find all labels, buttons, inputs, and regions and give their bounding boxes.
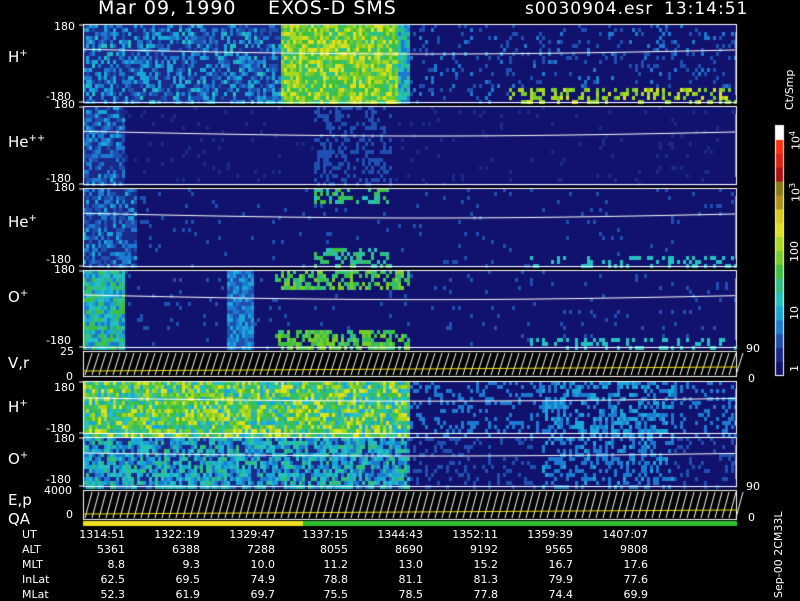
footer-row-name: InLat [22, 573, 50, 586]
y-tick: 180 [54, 20, 75, 33]
footer-cell: 9565 [545, 543, 573, 556]
right-tick: 0 [748, 372, 755, 385]
y-tick: 0 [66, 508, 73, 521]
footer-cell: 1329:47 [229, 528, 275, 541]
footer-cell: 17.6 [623, 558, 649, 571]
footer-cell: 5361 [97, 543, 125, 556]
footer-cell: 77.6 [623, 573, 649, 586]
footer-cell: 78.5 [398, 588, 424, 601]
spectrogram-canvas [0, 0, 800, 600]
y-tick: 180 [54, 98, 75, 111]
footer-cell: 10.0 [250, 558, 276, 571]
date-title: Mar 09, 1990 [98, 0, 237, 19]
footer-cell: 69.7 [250, 588, 276, 601]
colorbar-unit-label: Ct/Smp [783, 69, 796, 110]
footer-cell: 52.3 [100, 588, 126, 601]
footer-cell: 13.0 [398, 558, 424, 571]
y-tick: 180 [54, 381, 75, 394]
footer-cell: 81.3 [473, 573, 499, 586]
footer-row-name: UT [22, 528, 37, 541]
panel-label-qa: QA [8, 510, 31, 528]
footer-cell: 9.3 [182, 558, 201, 571]
footer-cell: 9192 [470, 543, 498, 556]
file-name: s0030904.esr [525, 0, 654, 19]
panel-label-o-plus-2: O+ [8, 450, 29, 468]
panel-label-o-plus: O+ [8, 288, 29, 306]
right-tick: 90 [746, 480, 760, 493]
panel-label-h-plus: H+ [8, 48, 28, 66]
footer-cell: 69.5 [175, 573, 201, 586]
footer-cell: 1337:15 [302, 528, 348, 541]
panel-label-he-plus: He+ [8, 213, 37, 231]
mission-title: EXOS-D SMS [268, 0, 397, 19]
right-tick: 0 [748, 511, 755, 524]
footer-cell: 77.8 [473, 588, 499, 601]
footer-cell: 8.8 [107, 558, 126, 571]
footer-cell: 69.9 [623, 588, 649, 601]
footer-cell: 1322:19 [154, 528, 200, 541]
footer-cell: 79.9 [548, 573, 574, 586]
y-tick: 180 [54, 263, 75, 276]
footer-cell: 75.5 [323, 588, 349, 601]
footer-cell: 74.9 [250, 573, 276, 586]
footer-cell: 1352:11 [452, 528, 498, 541]
footer-cell: 11.2 [323, 558, 349, 571]
footer-cell: 9808 [620, 543, 648, 556]
footer-cell: 8690 [395, 543, 423, 556]
footer-cell: 6388 [172, 543, 200, 556]
footer-cell: 78.8 [323, 573, 349, 586]
footer-row-name: MLat [22, 588, 49, 601]
footer-cell: 62.5 [100, 573, 126, 586]
footer-cell: 1314:51 [79, 528, 125, 541]
y-tick: 4000 [44, 484, 72, 497]
colorbar-tick: 1 [788, 365, 800, 372]
footer-cell: 74.4 [548, 588, 574, 601]
footer-row-name: MLT [22, 558, 43, 571]
panel-label-ep: E,p [8, 491, 32, 509]
right-tick: 90 [746, 342, 760, 355]
footer-cell: 8055 [320, 543, 348, 556]
panel-label-vr: V,r [8, 354, 30, 372]
footer-cell: 81.1 [398, 573, 424, 586]
time-label: 13:14:51 [664, 0, 749, 19]
colorbar-tick: 100 [788, 241, 800, 262]
colorbar-tick: 10 [788, 306, 800, 320]
y-tick: 25 [60, 345, 74, 358]
y-tick: 180 [54, 181, 75, 194]
footer-cell: 7288 [247, 543, 275, 556]
y-tick: 180 [54, 432, 75, 445]
colorbar-tick: 103 [788, 182, 800, 202]
footer-cell: 16.7 [548, 558, 574, 571]
footer-cell: 1407:07 [602, 528, 648, 541]
colorbar-tick: 104 [788, 130, 800, 150]
footer-cell: 1344:43 [377, 528, 423, 541]
panel-label-he-plus-plus: He++ [8, 133, 46, 151]
footer-cell: 61.9 [175, 588, 201, 601]
panel-label-h-plus-2: H+ [8, 398, 28, 416]
side-note: Sep-00 2CM33L [772, 511, 785, 599]
footer-row-name: ALT [22, 543, 41, 556]
footer-cell: 1359:39 [527, 528, 573, 541]
footer-cell: 15.2 [473, 558, 499, 571]
